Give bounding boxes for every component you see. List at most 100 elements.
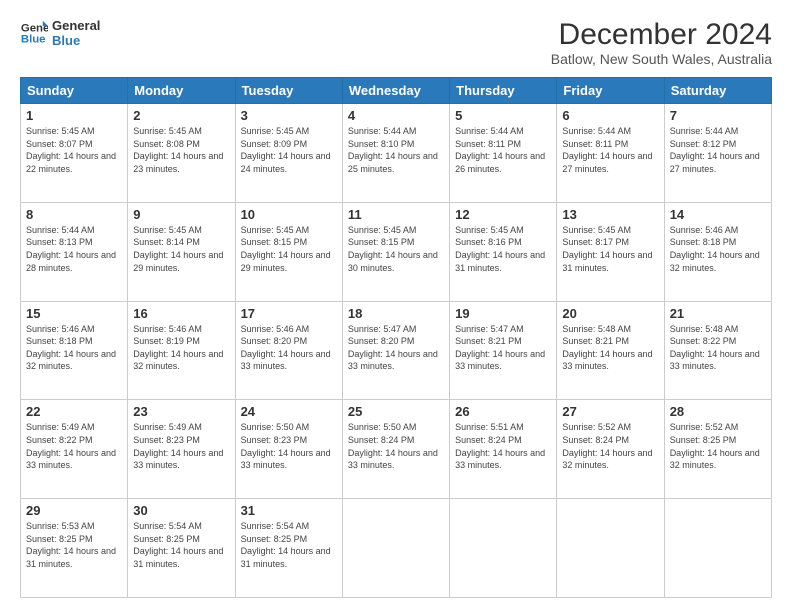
day-info: Sunrise: 5:45 AMSunset: 8:07 PMDaylight:… (26, 126, 116, 174)
day-info: Sunrise: 5:53 AMSunset: 8:25 PMDaylight:… (26, 521, 116, 569)
table-row: 19 Sunrise: 5:47 AMSunset: 8:21 PMDaylig… (450, 301, 557, 400)
table-row (664, 499, 771, 598)
day-number: 2 (133, 108, 229, 123)
table-row: 3 Sunrise: 5:45 AMSunset: 8:09 PMDayligh… (235, 104, 342, 203)
day-number: 24 (241, 404, 337, 419)
day-number: 30 (133, 503, 229, 518)
day-number: 15 (26, 306, 122, 321)
table-row: 6 Sunrise: 5:44 AMSunset: 8:11 PMDayligh… (557, 104, 664, 203)
day-number: 13 (562, 207, 658, 222)
page: General Blue General Blue December 2024 … (0, 0, 792, 612)
table-row: 23 Sunrise: 5:49 AMSunset: 8:23 PMDaylig… (128, 400, 235, 499)
table-row: 14 Sunrise: 5:46 AMSunset: 8:18 PMDaylig… (664, 202, 771, 301)
day-info: Sunrise: 5:46 AMSunset: 8:19 PMDaylight:… (133, 324, 223, 372)
day-info: Sunrise: 5:45 AMSunset: 8:16 PMDaylight:… (455, 225, 545, 273)
table-row (557, 499, 664, 598)
day-number: 18 (348, 306, 444, 321)
table-row: 28 Sunrise: 5:52 AMSunset: 8:25 PMDaylig… (664, 400, 771, 499)
logo: General Blue General Blue (20, 18, 100, 48)
table-row: 9 Sunrise: 5:45 AMSunset: 8:14 PMDayligh… (128, 202, 235, 301)
table-row: 29 Sunrise: 5:53 AMSunset: 8:25 PMDaylig… (21, 499, 128, 598)
day-info: Sunrise: 5:44 AMSunset: 8:13 PMDaylight:… (26, 225, 116, 273)
header: General Blue General Blue December 2024 … (20, 18, 772, 67)
col-monday: Monday (128, 78, 235, 104)
day-info: Sunrise: 5:45 AMSunset: 8:08 PMDaylight:… (133, 126, 223, 174)
subtitle: Batlow, New South Wales, Australia (551, 51, 772, 67)
table-row (342, 499, 449, 598)
day-info: Sunrise: 5:50 AMSunset: 8:23 PMDaylight:… (241, 422, 331, 470)
day-number: 10 (241, 207, 337, 222)
week-row-5: 29 Sunrise: 5:53 AMSunset: 8:25 PMDaylig… (21, 499, 772, 598)
day-info: Sunrise: 5:45 AMSunset: 8:09 PMDaylight:… (241, 126, 331, 174)
table-row: 2 Sunrise: 5:45 AMSunset: 8:08 PMDayligh… (128, 104, 235, 203)
table-row: 18 Sunrise: 5:47 AMSunset: 8:20 PMDaylig… (342, 301, 449, 400)
col-tuesday: Tuesday (235, 78, 342, 104)
day-info: Sunrise: 5:45 AMSunset: 8:15 PMDaylight:… (241, 225, 331, 273)
day-number: 4 (348, 108, 444, 123)
day-info: Sunrise: 5:52 AMSunset: 8:25 PMDaylight:… (670, 422, 760, 470)
day-number: 17 (241, 306, 337, 321)
day-number: 21 (670, 306, 766, 321)
day-info: Sunrise: 5:47 AMSunset: 8:21 PMDaylight:… (455, 324, 545, 372)
week-row-2: 8 Sunrise: 5:44 AMSunset: 8:13 PMDayligh… (21, 202, 772, 301)
table-row: 26 Sunrise: 5:51 AMSunset: 8:24 PMDaylig… (450, 400, 557, 499)
day-info: Sunrise: 5:48 AMSunset: 8:22 PMDaylight:… (670, 324, 760, 372)
table-row: 21 Sunrise: 5:48 AMSunset: 8:22 PMDaylig… (664, 301, 771, 400)
day-number: 8 (26, 207, 122, 222)
table-row: 15 Sunrise: 5:46 AMSunset: 8:18 PMDaylig… (21, 301, 128, 400)
table-row: 24 Sunrise: 5:50 AMSunset: 8:23 PMDaylig… (235, 400, 342, 499)
day-info: Sunrise: 5:46 AMSunset: 8:20 PMDaylight:… (241, 324, 331, 372)
table-row (450, 499, 557, 598)
day-number: 31 (241, 503, 337, 518)
table-row: 8 Sunrise: 5:44 AMSunset: 8:13 PMDayligh… (21, 202, 128, 301)
day-number: 27 (562, 404, 658, 419)
day-number: 19 (455, 306, 551, 321)
logo-icon: General Blue (20, 19, 48, 47)
day-info: Sunrise: 5:48 AMSunset: 8:21 PMDaylight:… (562, 324, 652, 372)
main-title: December 2024 (551, 18, 772, 51)
day-number: 16 (133, 306, 229, 321)
day-info: Sunrise: 5:54 AMSunset: 8:25 PMDaylight:… (241, 521, 331, 569)
day-number: 5 (455, 108, 551, 123)
table-row: 7 Sunrise: 5:44 AMSunset: 8:12 PMDayligh… (664, 104, 771, 203)
table-row: 1 Sunrise: 5:45 AMSunset: 8:07 PMDayligh… (21, 104, 128, 203)
day-info: Sunrise: 5:44 AMSunset: 8:11 PMDaylight:… (562, 126, 652, 174)
day-number: 12 (455, 207, 551, 222)
table-row: 17 Sunrise: 5:46 AMSunset: 8:20 PMDaylig… (235, 301, 342, 400)
day-info: Sunrise: 5:52 AMSunset: 8:24 PMDaylight:… (562, 422, 652, 470)
week-row-1: 1 Sunrise: 5:45 AMSunset: 8:07 PMDayligh… (21, 104, 772, 203)
day-number: 6 (562, 108, 658, 123)
day-info: Sunrise: 5:51 AMSunset: 8:24 PMDaylight:… (455, 422, 545, 470)
logo-blue: Blue (52, 33, 100, 48)
logo-general: General (52, 18, 100, 33)
day-info: Sunrise: 5:44 AMSunset: 8:12 PMDaylight:… (670, 126, 760, 174)
day-number: 25 (348, 404, 444, 419)
col-saturday: Saturday (664, 78, 771, 104)
day-number: 9 (133, 207, 229, 222)
day-info: Sunrise: 5:46 AMSunset: 8:18 PMDaylight:… (670, 225, 760, 273)
table-row: 20 Sunrise: 5:48 AMSunset: 8:21 PMDaylig… (557, 301, 664, 400)
day-info: Sunrise: 5:45 AMSunset: 8:17 PMDaylight:… (562, 225, 652, 273)
day-info: Sunrise: 5:49 AMSunset: 8:22 PMDaylight:… (26, 422, 116, 470)
table-row: 25 Sunrise: 5:50 AMSunset: 8:24 PMDaylig… (342, 400, 449, 499)
table-row: 31 Sunrise: 5:54 AMSunset: 8:25 PMDaylig… (235, 499, 342, 598)
col-thursday: Thursday (450, 78, 557, 104)
table-row: 5 Sunrise: 5:44 AMSunset: 8:11 PMDayligh… (450, 104, 557, 203)
col-sunday: Sunday (21, 78, 128, 104)
day-number: 29 (26, 503, 122, 518)
calendar-table: Sunday Monday Tuesday Wednesday Thursday… (20, 77, 772, 598)
title-block: December 2024 Batlow, New South Wales, A… (551, 18, 772, 67)
day-info: Sunrise: 5:50 AMSunset: 8:24 PMDaylight:… (348, 422, 438, 470)
table-row: 30 Sunrise: 5:54 AMSunset: 8:25 PMDaylig… (128, 499, 235, 598)
table-row: 4 Sunrise: 5:44 AMSunset: 8:10 PMDayligh… (342, 104, 449, 203)
day-number: 20 (562, 306, 658, 321)
svg-text:Blue: Blue (21, 34, 46, 46)
day-number: 23 (133, 404, 229, 419)
day-info: Sunrise: 5:44 AMSunset: 8:11 PMDaylight:… (455, 126, 545, 174)
day-info: Sunrise: 5:44 AMSunset: 8:10 PMDaylight:… (348, 126, 438, 174)
table-row: 13 Sunrise: 5:45 AMSunset: 8:17 PMDaylig… (557, 202, 664, 301)
col-friday: Friday (557, 78, 664, 104)
table-row: 22 Sunrise: 5:49 AMSunset: 8:22 PMDaylig… (21, 400, 128, 499)
week-row-4: 22 Sunrise: 5:49 AMSunset: 8:22 PMDaylig… (21, 400, 772, 499)
day-info: Sunrise: 5:49 AMSunset: 8:23 PMDaylight:… (133, 422, 223, 470)
